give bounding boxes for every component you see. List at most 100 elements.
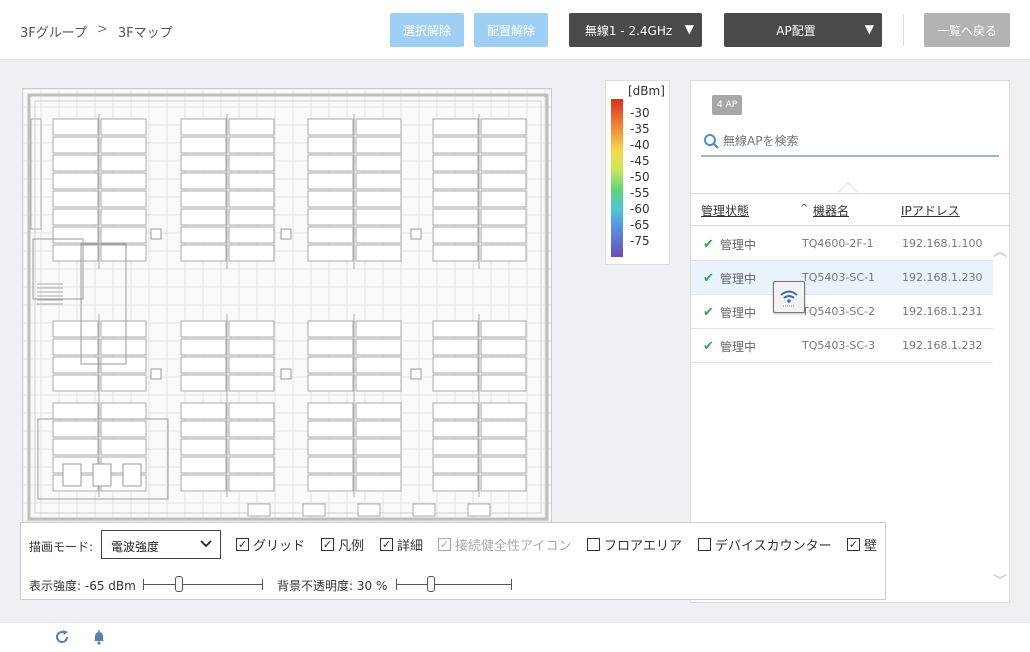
- table-row[interactable]: ✔ 管理中 TQ5403-SC-2 192.168.1.231: [691, 295, 993, 329]
- desk: [180, 190, 227, 208]
- ap-search-input[interactable]: [723, 131, 993, 151]
- desk: [307, 356, 354, 374]
- bell-icon[interactable]: [91, 629, 107, 645]
- column-device[interactable]: 機器名: [813, 202, 849, 219]
- breadcrumb-group[interactable]: 3Fグループ: [20, 22, 87, 41]
- desk: [432, 338, 479, 356]
- column-ip[interactable]: IPアドレス: [901, 202, 960, 219]
- desk: [355, 420, 402, 438]
- desk: [307, 338, 354, 356]
- desk: [100, 356, 147, 374]
- desk: [480, 474, 527, 492]
- header: 3Fグループ > 3Fマップ 選択解除 配置解除 無線1 - 2.4GHz ▼ …: [0, 0, 1030, 60]
- dropdown-arrow-icon: ▼: [684, 22, 694, 36]
- desk: [228, 226, 275, 244]
- desk: [432, 402, 479, 420]
- desk: [100, 244, 147, 262]
- scroll-down-icon[interactable]: ﹀: [993, 571, 1007, 591]
- row-device: TQ5403-SC-2: [802, 305, 875, 318]
- desk: [480, 438, 527, 456]
- desk: [432, 208, 479, 226]
- desk: [228, 402, 275, 420]
- desk: [480, 172, 527, 190]
- table-row[interactable]: ✔ 管理中 TQ5403-SC-1 192.168.1.230: [691, 261, 993, 295]
- desk: [52, 438, 99, 456]
- desk: [432, 320, 479, 338]
- health-icon-checkbox[interactable]: ✓ 接続健全性アイコン: [438, 537, 571, 554]
- floor-plan-drawing: [23, 89, 551, 523]
- pillar: [150, 228, 162, 240]
- device-counter-checkbox[interactable]: デバイスカウンター: [698, 537, 832, 554]
- floor-map[interactable]: [22, 88, 552, 524]
- unplace-button[interactable]: 配置解除: [474, 13, 548, 47]
- fixture: [467, 503, 491, 517]
- desk: [355, 338, 402, 356]
- desk: [180, 402, 227, 420]
- slider-thumb[interactable]: [175, 576, 183, 592]
- checkbox-box: ✓: [321, 537, 334, 551]
- map-controls: 描画モード: 電波強度 ✓ グリッド ✓ 凡例 ✓ 詳細 ✓ 接続健全性アイコン…: [20, 522, 886, 600]
- desk: [228, 338, 275, 356]
- desk: [480, 320, 527, 338]
- draw-mode-select[interactable]: 電波強度: [101, 530, 221, 559]
- wall-checkbox[interactable]: ✓ 壁: [847, 537, 877, 554]
- desk: [355, 438, 402, 456]
- row-status: 管理中: [720, 238, 757, 252]
- slider-thumb[interactable]: [426, 576, 435, 592]
- desk: [180, 474, 227, 492]
- desk: [100, 438, 147, 456]
- grid-checkbox[interactable]: ✓ グリッド: [236, 537, 306, 554]
- desk: [180, 154, 227, 172]
- detail-checkbox[interactable]: ✓ 詳細: [380, 537, 423, 554]
- table: [92, 463, 112, 487]
- desk: [432, 420, 479, 438]
- column-status[interactable]: 管理状態: [701, 202, 749, 219]
- desk: [100, 320, 147, 338]
- legend-tick: -35: [630, 122, 650, 136]
- opacity-slider[interactable]: [396, 576, 512, 592]
- legend-tick: -50: [630, 170, 650, 184]
- radio-band-select[interactable]: 無線1 - 2.4GHz ▼: [569, 13, 702, 47]
- back-to-list-button[interactable]: 一覧へ戻る: [924, 13, 1010, 47]
- table-row[interactable]: ✔ 管理中 TQ4600-2F-1 192.168.1.100: [691, 227, 993, 261]
- checkbox-box: ✓: [380, 537, 393, 551]
- desk: [432, 172, 479, 190]
- row-status: 管理中: [720, 272, 757, 286]
- legend-tick: -55: [630, 186, 650, 200]
- scroll-up-icon[interactable]: ︿: [993, 241, 1007, 261]
- legend-checkbox[interactable]: ✓ 凡例: [321, 537, 364, 554]
- desk: [180, 374, 227, 392]
- strength-slider[interactable]: [143, 576, 263, 592]
- table-row[interactable]: ✔ 管理中 TQ5403-SC-3 192.168.1.232: [691, 329, 993, 363]
- desk: [432, 474, 479, 492]
- desk: [228, 208, 275, 226]
- refresh-icon[interactable]: [54, 629, 70, 645]
- pillar: [150, 368, 162, 380]
- ap-place-select[interactable]: AP配置 ▼: [724, 13, 882, 47]
- ap-place-value: AP配置: [776, 23, 816, 38]
- dragging-ap-icon[interactable]: [773, 281, 805, 313]
- desk: [180, 244, 227, 262]
- legend-tick: -45: [630, 154, 650, 168]
- deselect-button[interactable]: 選択解除: [390, 13, 464, 47]
- desk: [480, 402, 527, 420]
- desk: [480, 154, 527, 172]
- desk: [180, 136, 227, 154]
- ap-table-body: ✔ 管理中 TQ4600-2F-1 192.168.1.100 ✔ 管理中 TQ…: [691, 227, 993, 363]
- desk: [307, 226, 354, 244]
- floor-area-checkbox[interactable]: フロアエリア: [587, 537, 682, 554]
- search-icon: [704, 134, 719, 149]
- legend-tick: -60: [630, 202, 650, 216]
- desk: [307, 420, 354, 438]
- desk: [180, 456, 227, 474]
- desk: [355, 208, 402, 226]
- breadcrumb-separator: >: [96, 22, 108, 37]
- desk: [480, 244, 527, 262]
- desk: [100, 374, 147, 392]
- desk: [432, 456, 479, 474]
- desk: [480, 190, 527, 208]
- desk: [228, 320, 275, 338]
- desk: [100, 208, 147, 226]
- checkbox-label: グリッド: [253, 538, 306, 554]
- desk: [307, 172, 354, 190]
